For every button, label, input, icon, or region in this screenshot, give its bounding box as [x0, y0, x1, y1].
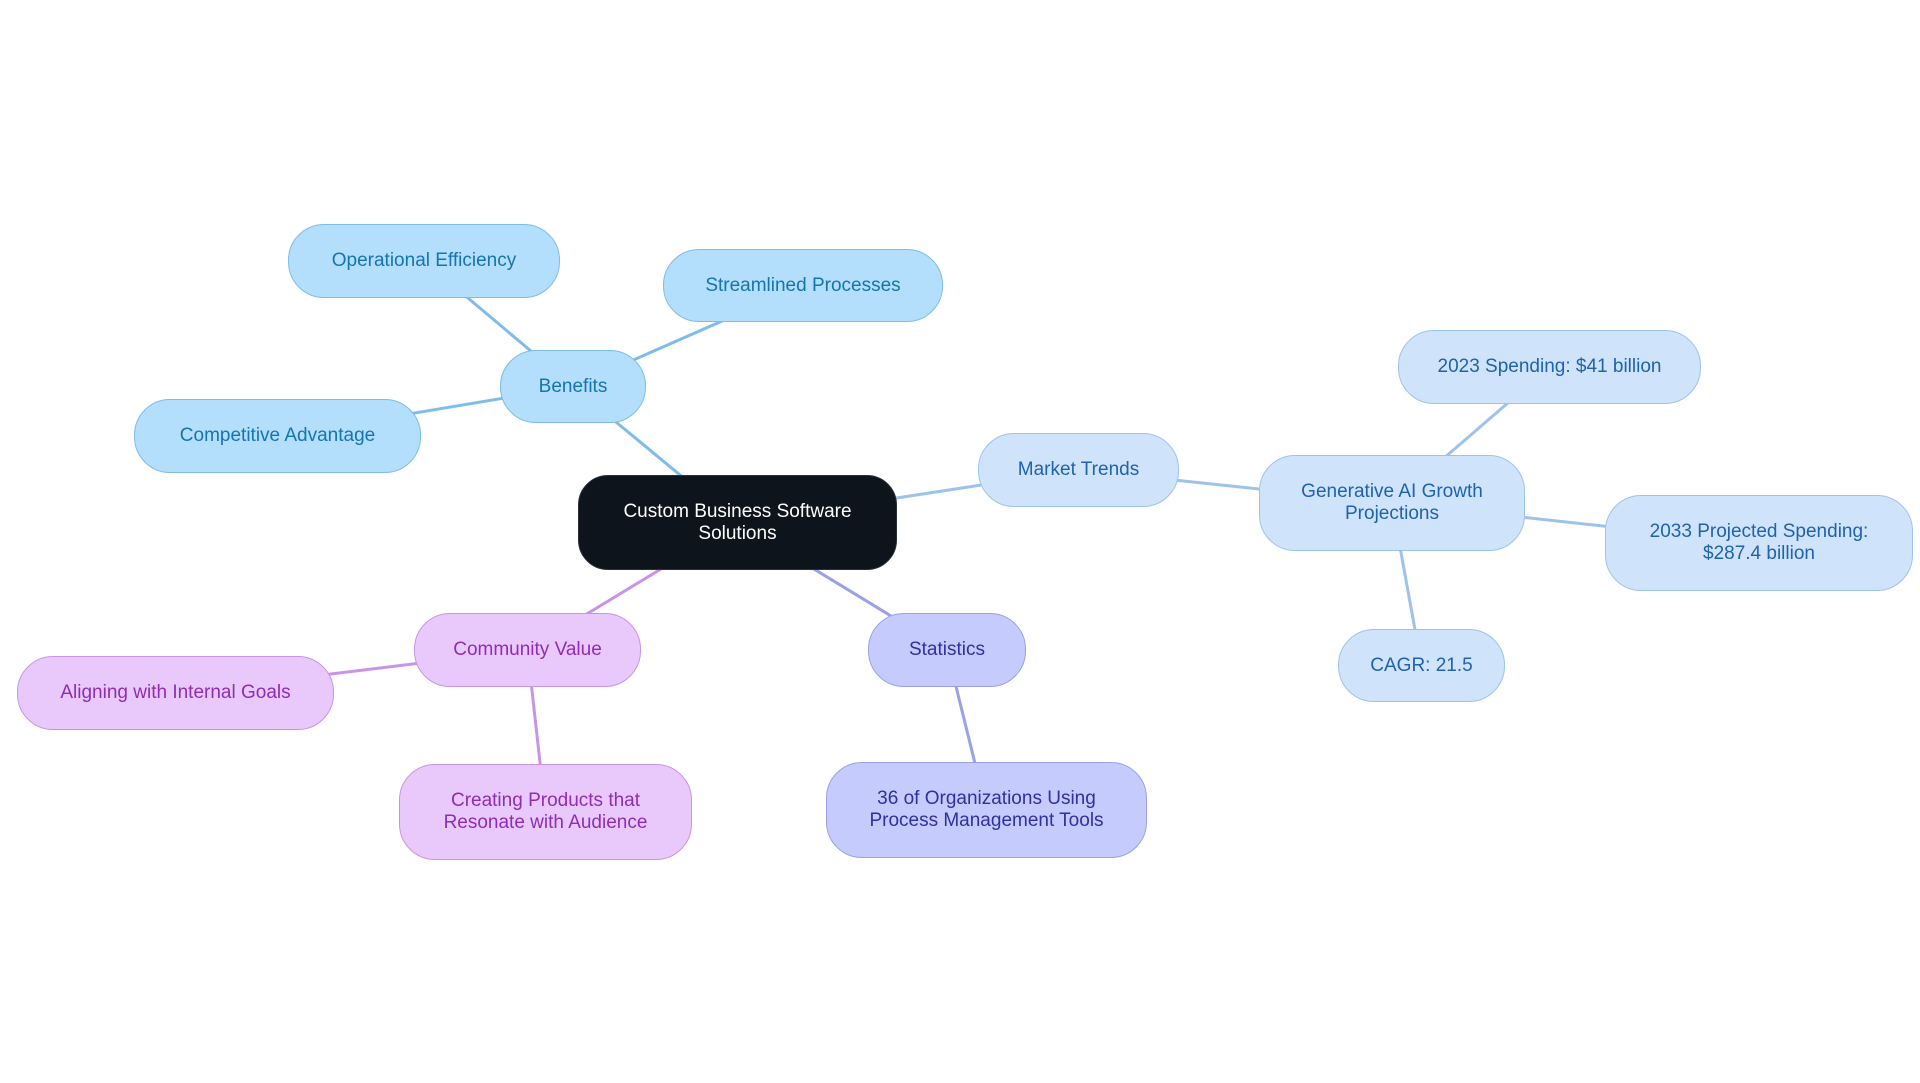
- node-community-value-label: Community Value: [453, 639, 602, 660]
- node-generative-ai-growth[interactable]: Generative AI Growth Projections: [1259, 455, 1525, 551]
- node-benefits-label: Benefits: [538, 375, 608, 397]
- node-competitive-advantage-label: Competitive Advantage: [179, 425, 376, 446]
- node-generative-ai-label-line2: Projections: [1345, 503, 1439, 524]
- node-statistics-label: Statistics: [908, 639, 986, 660]
- node-2033-label-line1: 2033 Projected Spending:: [1649, 521, 1869, 542]
- node-generative-ai-label-line1: Generative AI Growth: [1301, 481, 1483, 502]
- node-creating-products-label-line1: Creating Products that: [450, 790, 641, 811]
- node-creating-products[interactable]: Creating Products that Resonate with Audi…: [399, 764, 692, 860]
- node-creating-products-label-line2: Resonate with Audience: [443, 812, 648, 833]
- node-aligning-goals-label: Aligning with Internal Goals: [60, 682, 291, 703]
- root-label-line2: Solutions: [698, 522, 777, 544]
- node-36-orgs-label-line2: Process Management Tools: [869, 810, 1104, 831]
- node-36-organizations[interactable]: 36 of Organizations Using Process Managem…: [826, 762, 1147, 858]
- node-streamlined-processes-label: Streamlined Processes: [705, 274, 901, 296]
- node-competitive-advantage[interactable]: Competitive Advantage: [134, 399, 421, 473]
- node-2033-projected-spending[interactable]: 2033 Projected Spending: $287.4 billion: [1605, 495, 1913, 591]
- node-2023-spending[interactable]: 2023 Spending: $41 billion: [1398, 330, 1701, 404]
- node-community-value[interactable]: Community Value: [414, 613, 641, 687]
- node-operational-efficiency[interactable]: Operational Efficiency: [288, 224, 560, 298]
- node-streamlined-processes[interactable]: Streamlined Processes: [663, 249, 943, 322]
- root-node-custom-business-software[interactable]: Custom Business Software Solutions: [578, 475, 897, 570]
- node-cagr-label: CAGR: 21.5: [1370, 654, 1473, 676]
- node-operational-efficiency-label: Operational Efficiency: [331, 250, 517, 271]
- node-statistics[interactable]: Statistics: [868, 613, 1026, 687]
- root-label-line1: Custom Business Software: [623, 500, 852, 522]
- node-cagr[interactable]: CAGR: 21.5: [1338, 629, 1505, 702]
- node-market-trends-label: Market Trends: [1017, 459, 1140, 480]
- node-36-orgs-label-line1: 36 of Organizations Using: [877, 788, 1096, 809]
- node-2033-label-line2: $287.4 billion: [1703, 543, 1815, 564]
- node-market-trends[interactable]: Market Trends: [978, 433, 1179, 507]
- node-benefits[interactable]: Benefits: [500, 350, 646, 423]
- node-2023-spending-label: 2023 Spending: $41 billion: [1437, 356, 1662, 377]
- node-aligning-internal-goals[interactable]: Aligning with Internal Goals: [17, 656, 334, 730]
